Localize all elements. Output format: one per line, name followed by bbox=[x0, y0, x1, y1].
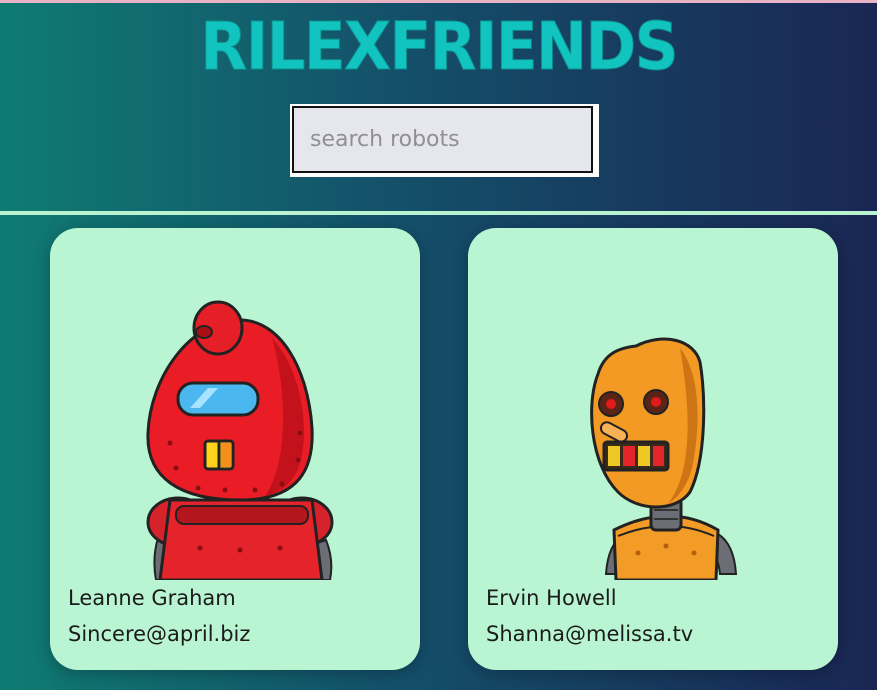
robot-card[interactable]: Ervin Howell Shanna@melissa.tv bbox=[468, 228, 838, 670]
robot-card[interactable]: Leanne Graham Sincere@april.biz bbox=[50, 228, 420, 670]
header-divider bbox=[0, 211, 877, 215]
orange-robot-image bbox=[590, 337, 738, 580]
app-title: RILEXFRIENDS bbox=[200, 8, 679, 85]
robot-name: Ervin Howell bbox=[486, 586, 617, 610]
search-input[interactable] bbox=[292, 106, 593, 173]
robot-email: Shanna@melissa.tv bbox=[486, 622, 694, 646]
robot-email: Sincere@april.biz bbox=[68, 622, 251, 646]
search-box bbox=[290, 104, 599, 177]
red-robot-image bbox=[146, 300, 334, 580]
top-border bbox=[0, 0, 877, 3]
robot-name: Leanne Graham bbox=[68, 586, 236, 610]
